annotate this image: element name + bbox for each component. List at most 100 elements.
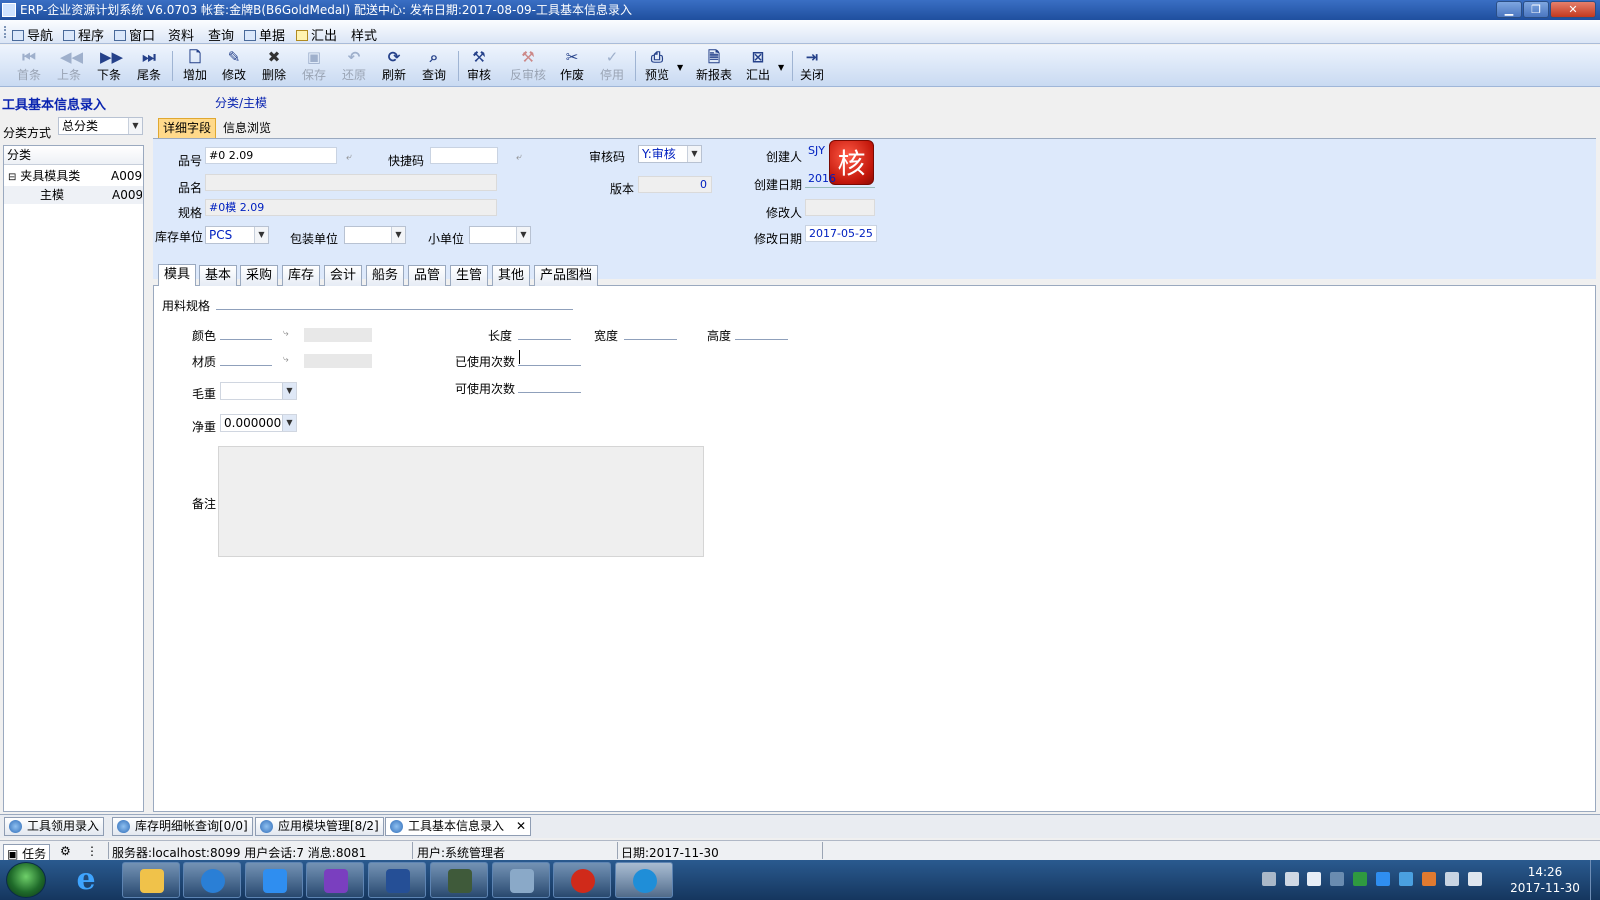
taskbar-app-erp[interactable] (615, 862, 673, 898)
menu-navigation[interactable]: 导航 (12, 25, 53, 44)
save-button[interactable]: ▣ 保存 (295, 47, 333, 85)
minimize-button[interactable]: ▁ (1496, 1, 1522, 18)
taskbar-app-monitor[interactable] (430, 862, 488, 898)
modifier-field[interactable] (805, 199, 875, 216)
network-share-icon[interactable] (1285, 872, 1299, 886)
next-record-button[interactable]: ▶▶ 下条 (90, 47, 128, 85)
lookup-icon[interactable]: ⤶ (346, 152, 358, 164)
quick-code-field[interactable] (430, 147, 498, 164)
length-field[interactable] (518, 339, 571, 340)
tab-accounting[interactable]: 会计 (324, 265, 363, 286)
tab-purchase[interactable]: 采购 (240, 265, 279, 286)
menu-query[interactable]: 查询 (208, 25, 234, 44)
keyboard-icon[interactable] (1262, 872, 1276, 886)
usable-count-field[interactable] (518, 392, 581, 393)
audit-code-select[interactable]: Y:审核 ▼ (638, 145, 702, 163)
pack-unit-select[interactable]: ▼ (344, 226, 406, 244)
tab-inventory-ledger[interactable]: 库存明细帐查询[0/0] (112, 817, 253, 836)
query-button[interactable]: ⌕ 查询 (415, 47, 453, 85)
edit-button[interactable]: ✎ 修改 (215, 47, 253, 85)
tab-tool-basic-info[interactable]: 工具基本信息录入 ✕ (385, 817, 532, 836)
create-date-field[interactable]: 2016 (805, 171, 875, 188)
close-tab-icon[interactable]: ✕ (516, 818, 526, 835)
new-report-button[interactable]: 🗎 新报表 (692, 47, 736, 85)
preview-button[interactable]: ⎙ 预览 (638, 47, 676, 85)
close-window-button[interactable]: ✕ (1550, 1, 1596, 18)
taskbar-app-notes[interactable] (245, 862, 303, 898)
taskbar-app-window[interactable] (368, 862, 426, 898)
tab-detail-fields[interactable]: 详细字段 (158, 118, 217, 138)
tab-product-drawings[interactable]: 产品图档 (534, 265, 599, 286)
export-button[interactable]: ⊠ 汇出 (739, 47, 777, 85)
spec-field[interactable]: #0模 2.09 (205, 199, 497, 216)
close-button[interactable]: ⇥ 关闭 (793, 47, 831, 85)
unaudit-button[interactable]: ⚒ 反审核 (506, 47, 550, 85)
green-tray-icon[interactable] (1353, 872, 1367, 886)
collapse-icon[interactable]: ⊟ (8, 172, 16, 183)
tab-module-management[interactable]: 应用模块管理[8/2] (255, 817, 384, 836)
class-mode-select[interactable]: 总分类 ▼ (58, 117, 143, 135)
taskbar-app-explorer[interactable] (122, 862, 180, 898)
start-button[interactable] (6, 862, 46, 898)
show-desktop-button[interactable] (1590, 860, 1600, 900)
export-dropdown-arrow[interactable]: ▼ (778, 63, 784, 72)
void-button[interactable]: ✂ 作废 (553, 47, 591, 85)
menu-program[interactable]: 程序 (63, 25, 104, 44)
lookup-icon[interactable]: ⤶ (516, 152, 528, 164)
tab-quality[interactable]: 品管 (408, 265, 447, 286)
menu-export[interactable]: 汇出 (296, 25, 337, 44)
last-record-button[interactable]: ⏭ 尾条 (130, 47, 168, 85)
delete-button[interactable]: ✖ 删除 (255, 47, 293, 85)
gross-weight-select[interactable]: ▼ (220, 382, 297, 400)
taskbar-app-red[interactable] (553, 862, 611, 898)
tab-tool-issue[interactable]: 工具领用录入 (4, 817, 105, 836)
system-clock[interactable]: 14:26 2017-11-30 (1500, 864, 1590, 896)
tab-shipping[interactable]: 船务 (366, 265, 405, 286)
grid-icon[interactable]: ⋮ (86, 844, 98, 858)
bluetooth-icon[interactable] (1399, 872, 1413, 886)
remark-textarea[interactable] (218, 446, 704, 557)
internet-explorer-icon[interactable]: e (62, 864, 110, 896)
tab-other[interactable]: 其他 (492, 265, 531, 286)
taskbar-app-chat[interactable] (183, 862, 241, 898)
network-icon[interactable] (1468, 872, 1482, 886)
width-field[interactable] (624, 339, 677, 340)
tab-info-browse[interactable]: 信息浏览 (218, 118, 276, 138)
display-icon[interactable] (1307, 872, 1321, 886)
tab-mold[interactable]: 模具 (158, 264, 197, 286)
modify-date-field[interactable]: 2017-05-25 (805, 225, 877, 242)
tab-production[interactable]: 生管 (450, 265, 489, 286)
net-weight-select[interactable]: 0.000000 ▼ (220, 414, 297, 432)
app-tray-icon[interactable] (1330, 872, 1344, 886)
tab-basic[interactable]: 基本 (199, 265, 238, 286)
settings-icon[interactable]: ⚙ (60, 844, 71, 858)
menu-document[interactable]: 单据 (244, 25, 285, 44)
menu-style[interactable]: 样式 (351, 25, 377, 44)
height-field[interactable] (735, 339, 788, 340)
speaker-tray-icon[interactable] (1422, 872, 1436, 886)
taskbar-app-tools[interactable] (492, 862, 550, 898)
prev-record-button[interactable]: ◀◀ 上条 (50, 47, 88, 85)
small-unit-select[interactable]: ▼ (469, 226, 531, 244)
menu-window[interactable]: 窗口 (114, 25, 155, 44)
used-count-field[interactable] (518, 365, 581, 366)
audit-button[interactable]: ⚒ 审核 (460, 47, 498, 85)
material-spec-field[interactable] (216, 309, 573, 310)
tree-node-fixture-mold[interactable]: ⊟ 夹具模具类 (8, 167, 80, 185)
taskbar-app-visual-studio[interactable] (306, 862, 364, 898)
color-field[interactable] (220, 339, 272, 340)
version-field[interactable]: 0 (638, 176, 712, 193)
item-name-field[interactable] (205, 174, 497, 191)
disable-button[interactable]: ✓ 停用 (593, 47, 631, 85)
item-no-field[interactable]: #0 2.09 (205, 147, 337, 164)
lookup-icon[interactable]: ⤷ (283, 354, 295, 366)
menu-data[interactable]: 资料 (168, 25, 194, 44)
tab-inventory[interactable]: 库存 (282, 265, 321, 286)
material-field[interactable] (220, 365, 272, 366)
notes-tray-icon[interactable] (1376, 872, 1390, 886)
lookup-icon[interactable]: ⤷ (283, 328, 295, 340)
preview-dropdown-arrow[interactable]: ▼ (677, 63, 683, 72)
volume-icon[interactable] (1445, 872, 1459, 886)
refresh-button[interactable]: ⟳ 刷新 (375, 47, 413, 85)
first-record-button[interactable]: ⏮ 首条 (10, 47, 48, 85)
